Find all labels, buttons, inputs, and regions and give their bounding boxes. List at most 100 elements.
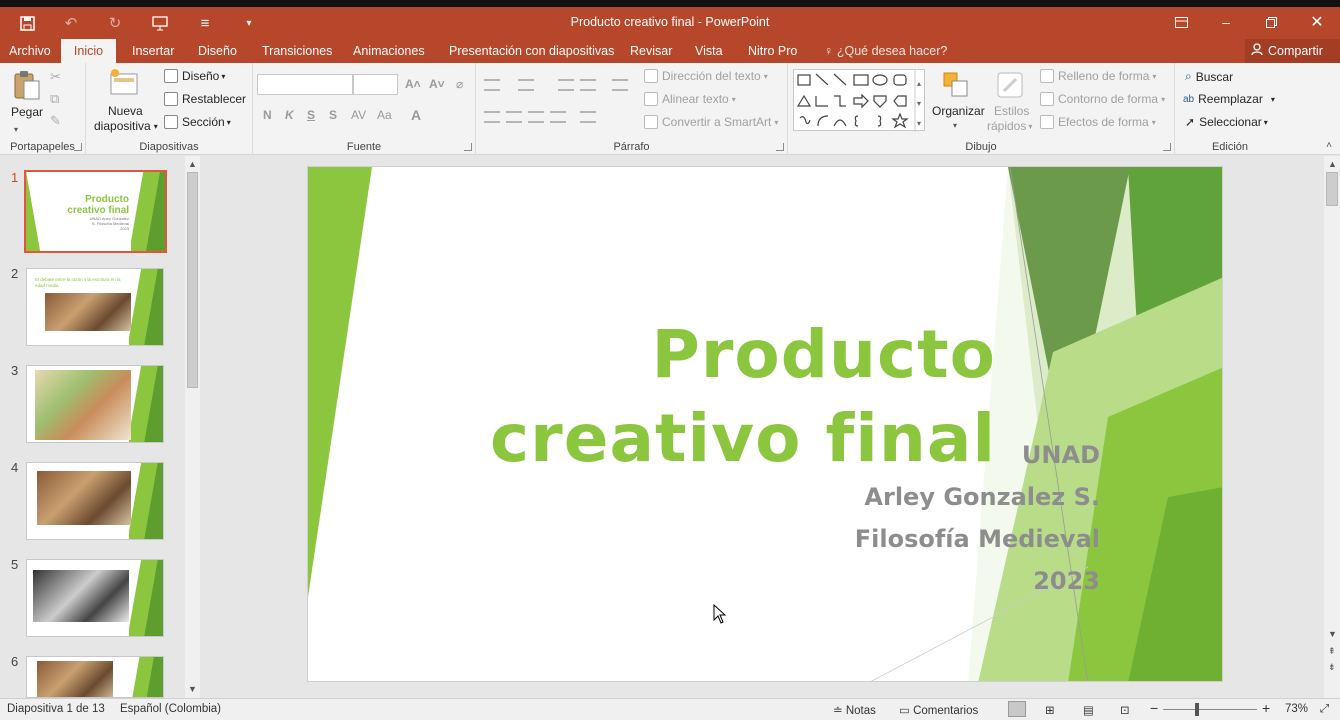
paste-dropdown-icon[interactable]: ▾ [14,125,18,134]
tab-diseno[interactable]: Diseño [196,39,239,63]
line-spacing-icon[interactable] [612,79,628,91]
select-button[interactable]: ➚ Seleccionar ▾ [1185,115,1268,129]
zoom-in-button[interactable]: + [1262,700,1270,716]
slide-sorter-view-icon[interactable]: ⊞ [1045,703,1055,717]
bullets-icon[interactable] [484,79,500,91]
tab-presentacion[interactable]: Presentación con diapositivas [447,39,616,63]
tell-me-box[interactable]: ♀ ¿Qué desea hacer? [822,39,949,63]
normal-view-icon[interactable] [1008,701,1026,717]
save-icon[interactable] [12,7,42,39]
italic-button[interactable]: K [285,108,294,122]
present-from-start-icon[interactable] [145,7,175,39]
quick-styles-icon[interactable] [996,71,1024,99]
thumbnail-slide-5[interactable] [26,559,164,637]
tab-insertar[interactable]: Insertar [130,39,176,63]
smartart-button[interactable]: Convertir a SmartArt ▾ [644,115,778,129]
zoom-slider[interactable] [1163,703,1257,716]
paste-icon[interactable] [12,69,42,101]
arrange-dropdown-icon[interactable]: ▾ [953,121,957,130]
tab-archivo[interactable]: Archivo [7,39,53,63]
thumbnails-scroll-thumb[interactable] [187,172,198,388]
slide-subtitle-year[interactable]: 2023 [1033,567,1100,595]
restore-icon[interactable] [1248,7,1294,37]
ribbon-display-options-icon[interactable] [1158,7,1204,37]
parrafo-launcher-icon[interactable] [776,143,784,151]
quick-styles-label-1[interactable]: Estilos [994,104,1029,118]
justify-icon[interactable] [550,111,566,123]
slideshow-view-icon[interactable]: ⊡ [1120,703,1130,717]
columns-icon[interactable] [580,111,596,123]
previous-slide-icon[interactable]: ⇞ [1328,646,1336,657]
tab-nitro-pro[interactable]: Nitro Pro [746,39,799,63]
comments-button[interactable]: ▭ Comentarios [899,703,978,717]
cut-icon[interactable]: ✂ [50,69,61,85]
next-slide-icon[interactable]: ⇟ [1328,662,1336,673]
font-name-combo[interactable] [257,74,353,95]
new-slide-icon[interactable] [109,68,139,96]
tab-transiciones[interactable]: Transiciones [260,39,334,63]
copy-icon[interactable]: ⧉ [50,91,59,107]
replace-button[interactable]: ab Reemplazar ▾ [1183,92,1275,106]
arrange-icon[interactable] [942,71,970,99]
dibujo-launcher-icon[interactable] [1163,143,1171,151]
format-painter-icon[interactable]: ✎ [50,113,61,129]
current-slide[interactable]: Producto creativo final UNAD Arley Gonza… [307,166,1223,682]
notes-button[interactable]: ≐ Notas [833,703,876,717]
redo-icon[interactable]: ↻ [100,7,130,39]
section-button[interactable]: Sección ▾ [164,115,231,129]
thumbnails-scrollbar[interactable]: ▲ ▼ [185,156,200,698]
slide-subtitle-author[interactable]: Arley Gonzalez S. [864,483,1100,511]
thumbnail-slide-3[interactable] [26,365,164,443]
zoom-out-button[interactable]: − [1150,700,1158,716]
align-right-icon[interactable] [528,111,544,123]
underline-button[interactable]: S [307,108,315,122]
shape-fill-button[interactable]: Relleno de forma ▾ [1040,69,1156,83]
collapse-ribbon-icon[interactable]: ˄ [1326,140,1332,151]
bold-button[interactable]: N [263,108,272,122]
shape-effects-button[interactable]: Efectos de forma ▾ [1040,115,1156,129]
reset-button[interactable]: Restablecer [164,92,246,106]
close-icon[interactable]: ✕ [1294,7,1340,37]
find-button[interactable]: ⌕ Buscar [1185,69,1233,84]
change-case-icon[interactable]: Aa [377,108,392,122]
fit-slide-icon[interactable]: ⤢ [1320,703,1329,716]
tab-inicio[interactable]: Inicio [61,39,116,64]
customize-qat-icon[interactable]: ▾ [234,7,264,39]
tab-vista[interactable]: Vista [693,39,725,63]
scroll-up-icon[interactable]: ▲ [188,159,197,169]
thumbnail-slide-2[interactable]: El debate entre la razón y la escritura … [26,268,164,346]
portapapeles-launcher-icon[interactable] [74,143,82,151]
layout-button[interactable]: Diseño ▾ [164,69,225,83]
new-slide-label-2[interactable]: diapositiva ▾ [94,119,158,133]
slide-title[interactable]: Producto creativo final [490,313,996,481]
new-slide-label-1[interactable]: Nueva [108,104,143,118]
shadow-button[interactable]: S [329,108,337,122]
align-left-icon[interactable] [484,111,500,123]
slide-scroll-down-icon[interactable]: ▼ [1328,629,1337,639]
zoom-level[interactable]: 73% [1285,703,1308,715]
thumbnail-slide-6[interactable] [26,656,164,698]
reading-view-icon[interactable]: ▤ [1083,703,1094,717]
align-center-icon[interactable] [506,111,522,123]
font-size-combo[interactable] [353,74,398,95]
quick-styles-label-2[interactable]: rápidos ▾ [987,119,1032,133]
slide-subtitle-org[interactable]: UNAD [1022,441,1100,469]
slide-scrollbar[interactable]: ▲ ▼ ⇞ ⇟ [1324,156,1340,698]
language-indicator[interactable]: Español (Colombia) [120,703,221,715]
paste-button[interactable]: Pegar [11,105,43,119]
grow-font-icon[interactable]: A˄ [405,77,421,91]
decrease-indent-icon[interactable] [558,79,574,91]
tab-revisar[interactable]: Revisar [628,39,674,63]
tab-animaciones[interactable]: Animaciones [351,39,427,63]
thumbnail-slide-1[interactable]: Producto creativo final UNAD Arley Gonza… [24,170,167,253]
numbering-icon[interactable] [518,79,534,91]
shape-outline-button[interactable]: Contorno de forma ▾ [1040,92,1165,106]
share-button[interactable]: Compartir [1245,39,1340,63]
clear-format-icon[interactable]: ⌀ [456,77,463,91]
font-color-button[interactable]: A [411,107,421,123]
undo-icon[interactable]: ↶ [56,7,86,39]
shrink-font-icon[interactable]: A˅ [429,77,445,91]
scroll-down-icon[interactable]: ▼ [188,684,197,694]
increase-indent-icon[interactable] [580,79,596,91]
text-direction-button[interactable]: Dirección del texto ▾ [644,69,768,83]
